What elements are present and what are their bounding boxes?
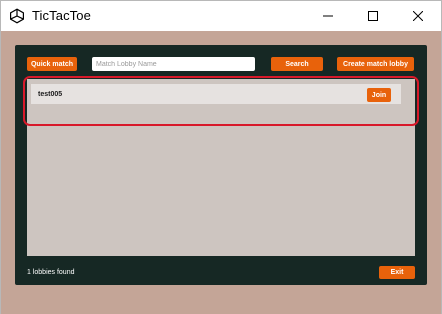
maximize-button[interactable]: [351, 1, 395, 31]
window-title: TicTacToe: [32, 8, 91, 23]
unity-logo-icon: [10, 8, 24, 24]
exit-button[interactable]: Exit: [379, 266, 415, 279]
close-button[interactable]: [396, 1, 440, 31]
create-match-lobby-button[interactable]: Create match lobby: [337, 57, 414, 71]
title-bar[interactable]: TicTacToe: [1, 1, 441, 31]
maximize-icon: [368, 11, 378, 21]
minimize-icon: [323, 15, 333, 17]
search-button[interactable]: Search: [271, 57, 323, 71]
minimize-button[interactable]: [306, 1, 350, 31]
highlight-annotation: [23, 76, 419, 126]
lobby-count-status: 1 lobbies found: [27, 269, 75, 276]
close-icon: [413, 11, 423, 21]
lobby-name-input[interactable]: [92, 57, 255, 71]
quick-match-button[interactable]: Quick match: [27, 57, 77, 71]
